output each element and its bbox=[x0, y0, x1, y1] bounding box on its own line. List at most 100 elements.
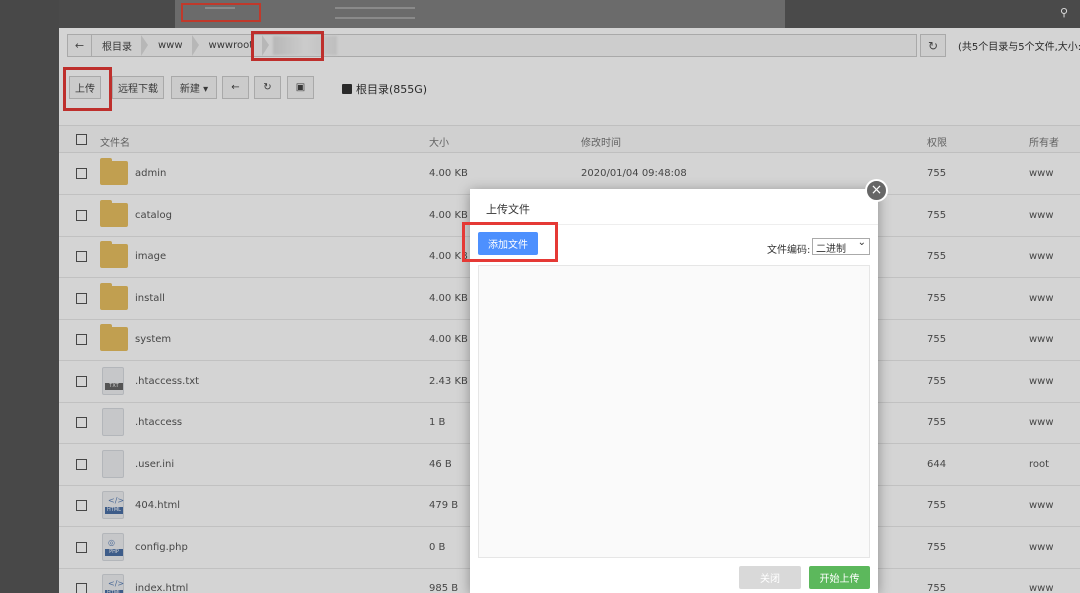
file-permission[interactable]: 755 bbox=[927, 334, 946, 345]
toolbar: 上传 远程下载 新建 ▾ ← ↻ ▣ 根目录(855G) bbox=[59, 67, 1080, 111]
disk-icon bbox=[342, 84, 352, 94]
bg-line bbox=[335, 7, 415, 9]
file-permission[interactable]: 755 bbox=[927, 500, 946, 511]
file-name[interactable]: system bbox=[135, 334, 171, 345]
pin-icon[interactable]: ⚲ bbox=[1060, 7, 1072, 19]
file-permission[interactable]: 755 bbox=[927, 583, 946, 593]
file-size: 4.00 KB bbox=[429, 209, 468, 221]
back-arrow-icon[interactable]: ← bbox=[68, 35, 92, 56]
header-permission[interactable]: 权限 bbox=[927, 134, 947, 149]
back-icon[interactable]: ← bbox=[222, 76, 249, 99]
file-name[interactable]: .user.ini bbox=[135, 459, 174, 470]
header-owner[interactable]: 所有者 bbox=[1029, 134, 1059, 149]
file-name[interactable]: .htaccess.txt bbox=[135, 376, 199, 387]
remote-download-button[interactable]: 远程下载 bbox=[112, 76, 164, 99]
refresh-icon[interactable]: ↻ bbox=[254, 76, 281, 99]
refresh-path-button[interactable]: ↻ bbox=[920, 34, 946, 57]
bg-line bbox=[335, 17, 415, 19]
file-name[interactable]: 404.html bbox=[135, 500, 180, 511]
upload-highlight-box bbox=[63, 67, 112, 111]
row-checkbox[interactable] bbox=[76, 251, 87, 262]
folder-icon bbox=[100, 241, 128, 268]
select-all-checkbox[interactable] bbox=[76, 134, 87, 145]
header-mtime[interactable]: 修改时间 bbox=[581, 134, 621, 149]
close-button[interactable]: 关闭 bbox=[739, 566, 801, 589]
file-owner[interactable]: www bbox=[1029, 500, 1054, 511]
file-owner[interactable]: www bbox=[1029, 417, 1054, 428]
add-file-highlight-box bbox=[462, 222, 558, 262]
file-permission[interactable]: 755 bbox=[927, 542, 946, 553]
row-checkbox[interactable] bbox=[76, 375, 87, 387]
file-owner[interactable]: www bbox=[1029, 168, 1054, 179]
file-size: 4.00 KB bbox=[429, 292, 468, 304]
file-owner[interactable]: www bbox=[1029, 251, 1054, 262]
file-permission[interactable]: 755 bbox=[927, 293, 946, 304]
disk-indicator[interactable]: 根目录(855G) bbox=[342, 81, 427, 97]
terminal-icon[interactable]: ▣ bbox=[287, 76, 314, 99]
row-checkbox[interactable] bbox=[76, 209, 87, 221]
row-checkbox[interactable] bbox=[76, 168, 87, 179]
php-file-icon: ◎ PHP bbox=[102, 532, 124, 561]
folder-icon bbox=[100, 158, 128, 185]
file-size: 4.00 KB bbox=[429, 168, 468, 179]
directory-summary: (共5个目录与5个文件,大小:4 bbox=[958, 42, 1080, 53]
file-name[interactable]: .htaccess bbox=[135, 417, 182, 428]
folder-icon bbox=[100, 324, 128, 351]
header-name[interactable]: 文件名 bbox=[100, 134, 130, 149]
encoding-select[interactable]: 二进制 bbox=[812, 237, 870, 255]
new-dropdown-button[interactable]: 新建 ▾ bbox=[171, 76, 217, 99]
file-owner[interactable]: www bbox=[1029, 334, 1054, 345]
breadcrumb-www[interactable]: www bbox=[148, 35, 199, 56]
file-permission[interactable]: 755 bbox=[927, 417, 946, 428]
file-size: 46 B bbox=[429, 458, 452, 470]
file-permission[interactable]: 755 bbox=[927, 210, 946, 221]
folder-icon bbox=[100, 199, 128, 227]
file-name[interactable]: config.php bbox=[135, 542, 188, 553]
redacted-highlight-box bbox=[251, 31, 324, 61]
folder-icon bbox=[100, 282, 128, 310]
file-permission[interactable]: 755 bbox=[927, 376, 946, 387]
file-size: 4.00 KB bbox=[429, 334, 468, 345]
html-file-icon: </> HTML bbox=[102, 491, 124, 519]
file-owner[interactable]: www bbox=[1029, 583, 1054, 593]
dialog-title: 上传文件 bbox=[470, 189, 878, 225]
file-size: 2.43 KB bbox=[429, 375, 468, 387]
breadcrumb-root[interactable]: 根目录 bbox=[92, 35, 148, 56]
file-mtime: 2020/01/04 09:48:08 bbox=[581, 168, 687, 179]
file-owner[interactable]: www bbox=[1029, 542, 1054, 553]
file-name[interactable]: catalog bbox=[135, 210, 172, 221]
encoding-value: 二进制 bbox=[816, 244, 846, 255]
row-checkbox[interactable] bbox=[76, 292, 87, 304]
file-owner[interactable]: www bbox=[1029, 293, 1054, 304]
disk-label: 根目录(855G) bbox=[356, 83, 428, 96]
table-header: 文件名 大小 修改时间 权限 所有者 bbox=[59, 125, 1080, 153]
file-name[interactable]: image bbox=[135, 251, 166, 262]
file-name[interactable]: index.html bbox=[135, 583, 188, 593]
file-name[interactable]: install bbox=[135, 293, 165, 304]
file-size: 479 B bbox=[429, 500, 459, 511]
blank-file-icon bbox=[102, 449, 124, 478]
file-size: 1 B bbox=[429, 417, 446, 428]
file-permission[interactable]: 644 bbox=[927, 459, 946, 470]
header-size[interactable]: 大小 bbox=[429, 134, 449, 149]
row-checkbox[interactable] bbox=[76, 500, 87, 511]
txt-file-icon: TXT bbox=[102, 366, 124, 395]
background-highlight-box bbox=[181, 3, 261, 22]
file-owner[interactable]: root bbox=[1029, 459, 1049, 470]
upload-dialog: 上传文件 添加文件 文件编码: 二进制 关闭 开始上传 bbox=[462, 189, 878, 593]
row-checkbox[interactable] bbox=[76, 458, 87, 470]
file-owner[interactable]: www bbox=[1029, 210, 1054, 221]
row-checkbox[interactable] bbox=[76, 334, 87, 345]
row-checkbox[interactable] bbox=[76, 541, 87, 553]
file-drop-area[interactable] bbox=[478, 265, 870, 558]
row-checkbox[interactable] bbox=[76, 417, 87, 428]
file-size: 985 B bbox=[429, 583, 459, 593]
close-icon[interactable]: × bbox=[865, 179, 888, 202]
file-owner[interactable]: www bbox=[1029, 376, 1054, 387]
file-permission[interactable]: 755 bbox=[927, 168, 946, 179]
file-name[interactable]: admin bbox=[135, 168, 166, 179]
row-checkbox[interactable] bbox=[76, 583, 87, 593]
file-size: 0 B bbox=[429, 541, 446, 553]
start-upload-button[interactable]: 开始上传 bbox=[809, 566, 870, 589]
file-permission[interactable]: 755 bbox=[927, 251, 946, 262]
